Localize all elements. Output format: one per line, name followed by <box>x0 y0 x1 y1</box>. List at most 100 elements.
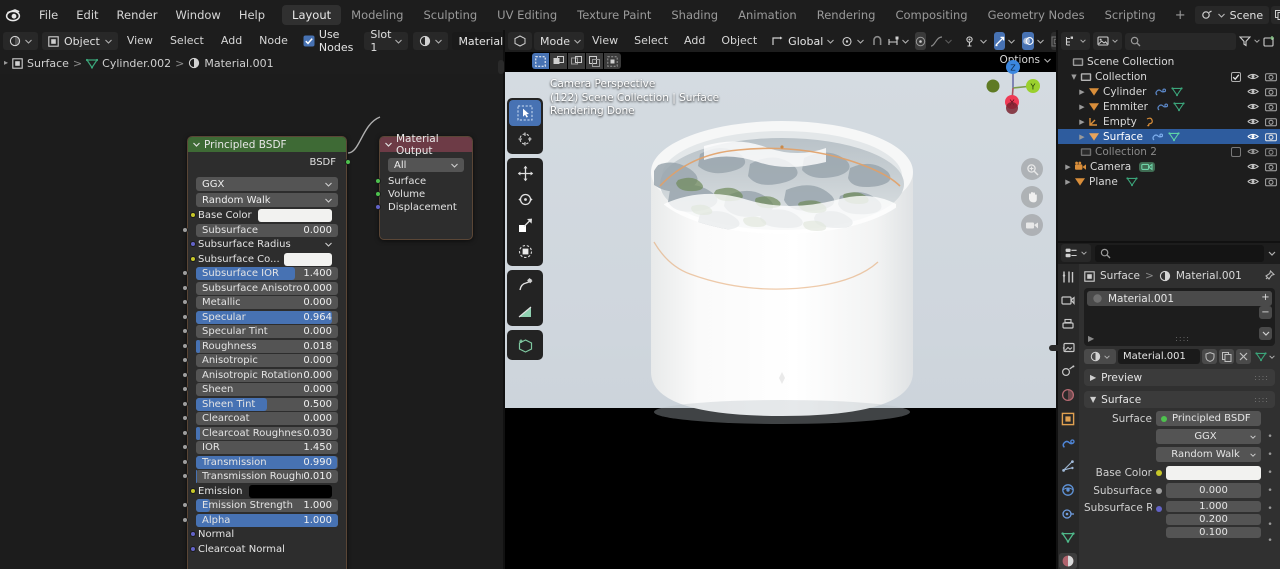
chevron-down-icon[interactable] <box>1254 39 1260 43</box>
base-color-socket-dot[interactable] <box>1156 469 1162 476</box>
workspace-tab-layout[interactable]: Layout <box>282 5 342 25</box>
proportional-edit-icon[interactable] <box>915 32 927 50</box>
checkbox-icon[interactable] <box>1231 71 1241 82</box>
splitter-node-viewport[interactable] <box>503 30 505 569</box>
prop-alpha[interactable]: Alpha 1.000 <box>182 513 338 527</box>
camera-render-icon[interactable] <box>1265 87 1277 97</box>
subsurface-radius-z[interactable]: 0.100 <box>1166 527 1261 538</box>
subsurface-method-enum[interactable]: Random Walk <box>196 193 338 207</box>
eye-icon[interactable] <box>1247 87 1260 96</box>
object-tab[interactable] <box>1059 411 1077 427</box>
prop-metallic[interactable]: Metallic 0.000 <box>182 296 338 309</box>
use-nodes-toggle[interactable]: Use Nodes <box>303 28 353 54</box>
eye-icon[interactable] <box>1247 117 1260 126</box>
menu-edit[interactable]: Edit <box>67 6 107 24</box>
visibility-icon[interactable] <box>964 35 977 48</box>
annotate-tool-button[interactable] <box>509 272 541 298</box>
panel-surface[interactable]: ▼ Surface :::: <box>1084 391 1275 408</box>
node-input-surface[interactable]: Surface <box>375 175 472 188</box>
render-tab[interactable] <box>1059 293 1077 309</box>
eye-icon[interactable] <box>1247 162 1260 171</box>
node-menu-view[interactable]: View <box>119 32 161 50</box>
node-material-output[interactable]: Material Output All Surface Volume Displ… <box>375 133 473 240</box>
menu-file[interactable]: File <box>30 6 67 24</box>
breadcrumb-material[interactable]: Material.001 <box>204 57 273 70</box>
slot-specials-menu[interactable] <box>1259 327 1272 340</box>
animate-dot[interactable]: • <box>1267 504 1272 514</box>
animate-dot[interactable]: • <box>1267 520 1272 530</box>
camera-render-icon[interactable] <box>1265 177 1277 187</box>
mesh-data-icon[interactable] <box>1255 351 1267 362</box>
material-slot-row[interactable]: Material.001 <box>1087 291 1272 306</box>
transform-orientation-label[interactable]: Global <box>788 35 823 48</box>
copy-icon[interactable] <box>1219 349 1234 364</box>
scene-selector[interactable]: Scene <box>1194 6 1270 24</box>
prop-specular[interactable]: Specular 0.964 <box>182 310 338 324</box>
subsurface-socket-dot[interactable] <box>1156 487 1162 494</box>
properties-editor-type[interactable] <box>1061 244 1091 262</box>
disclosure-triangle-icon[interactable]: ▶ <box>1076 88 1088 96</box>
breadcrumb-object[interactable]: Surface <box>27 57 69 70</box>
disclosure-triangle-icon[interactable]: ▶ <box>1062 178 1074 186</box>
color-swatch[interactable] <box>257 209 332 222</box>
node-menu-add[interactable]: Add <box>213 32 250 50</box>
expand-arrow-icon[interactable]: ▶ <box>1088 334 1094 343</box>
outliner-row-surface[interactable]: ▶ Surface <box>1057 129 1280 144</box>
properties-crumb-object[interactable]: Surface <box>1100 270 1140 282</box>
prop-sheen-tint[interactable]: Sheen Tint 0.500 <box>182 397 338 411</box>
region-toggle-properties[interactable] <box>1049 345 1063 351</box>
close-icon[interactable] <box>1236 349 1251 364</box>
node-menu-select[interactable]: Select <box>162 32 212 50</box>
node-input-displacement[interactable]: Displacement <box>375 201 472 214</box>
mesh-data-icon[interactable] <box>1173 101 1185 112</box>
transform-tool-button[interactable] <box>509 238 541 264</box>
prop-subsurface-anisotropy[interactable]: Subsurface Anisotropy 0.000 <box>182 281 338 295</box>
camera-render-icon[interactable] <box>1265 162 1277 172</box>
outliner-display-mode[interactable] <box>1093 32 1122 50</box>
new-scene-button[interactable] <box>1271 6 1280 24</box>
scale-tool-button[interactable] <box>509 212 541 238</box>
disclosure-triangle-icon[interactable]: ▶ <box>1076 118 1088 126</box>
hand-icon[interactable] <box>1021 186 1043 208</box>
rotate-tool-button[interactable] <box>509 186 541 212</box>
workspace-tab-modeling[interactable]: Modeling <box>341 5 413 25</box>
modifier-tab[interactable] <box>1059 435 1077 451</box>
chevron-down-icon[interactable] <box>1269 354 1275 359</box>
blender-logo-icon[interactable] <box>4 4 26 26</box>
interaction-mode-selector[interactable]: Mode <box>534 32 584 50</box>
workspace-tab-texture-paint[interactable]: Texture Paint <box>567 5 661 25</box>
workspace-tab-compositing[interactable]: Compositing <box>885 5 977 25</box>
camera-render-icon[interactable] <box>1265 117 1277 127</box>
region-toggle-node[interactable] <box>498 60 504 74</box>
tool-tab[interactable] <box>1059 269 1077 285</box>
empty-data-icon[interactable] <box>1145 116 1157 127</box>
subsurface-method-enum[interactable]: Random Walk <box>1156 447 1261 462</box>
data-tab[interactable] <box>1059 530 1077 546</box>
overlays-toggle-icon[interactable] <box>1022 32 1035 50</box>
outliner-row-collection[interactable]: ▼ Collection <box>1057 69 1280 84</box>
select-intersect-icon[interactable] <box>604 53 621 69</box>
particles-tab[interactable] <box>1059 459 1077 475</box>
animate-dot[interactable]: • <box>1267 536 1272 546</box>
checkbox-icon[interactable] <box>1231 146 1241 157</box>
prop-specular-tint[interactable]: Specular Tint 0.000 <box>182 325 338 338</box>
pin-icon[interactable] <box>1263 269 1276 282</box>
select-invert-icon[interactable] <box>586 53 603 69</box>
workspace-tab-rendering[interactable]: Rendering <box>807 5 886 25</box>
properties-search-input[interactable] <box>1095 244 1264 262</box>
chevron-down-icon[interactable] <box>827 39 835 44</box>
material-browse-button[interactable] <box>1084 349 1116 364</box>
prop-anisotropic-rotation[interactable]: Anisotropic Rotation 0.000 <box>182 368 338 382</box>
eye-icon[interactable] <box>1247 132 1260 141</box>
outliner-row-cylinder[interactable]: ▶ Cylinder <box>1057 84 1280 99</box>
menu-help[interactable]: Help <box>230 6 274 24</box>
navigation-gizmo[interactable]: Z Y X <box>981 56 1045 120</box>
outliner-row-camera[interactable]: ▶ Camera <box>1057 159 1280 174</box>
base-color-swatch[interactable] <box>1166 465 1261 480</box>
outliner-row-emmiter[interactable]: ▶ Emmiter <box>1057 99 1280 114</box>
menu-window[interactable]: Window <box>166 6 229 24</box>
outliner-editor-type[interactable] <box>1061 32 1090 50</box>
camera-render-icon[interactable] <box>1265 72 1277 82</box>
material-browse-button[interactable] <box>413 32 449 50</box>
subsurface-radius-y[interactable]: 0.200 <box>1166 514 1261 525</box>
